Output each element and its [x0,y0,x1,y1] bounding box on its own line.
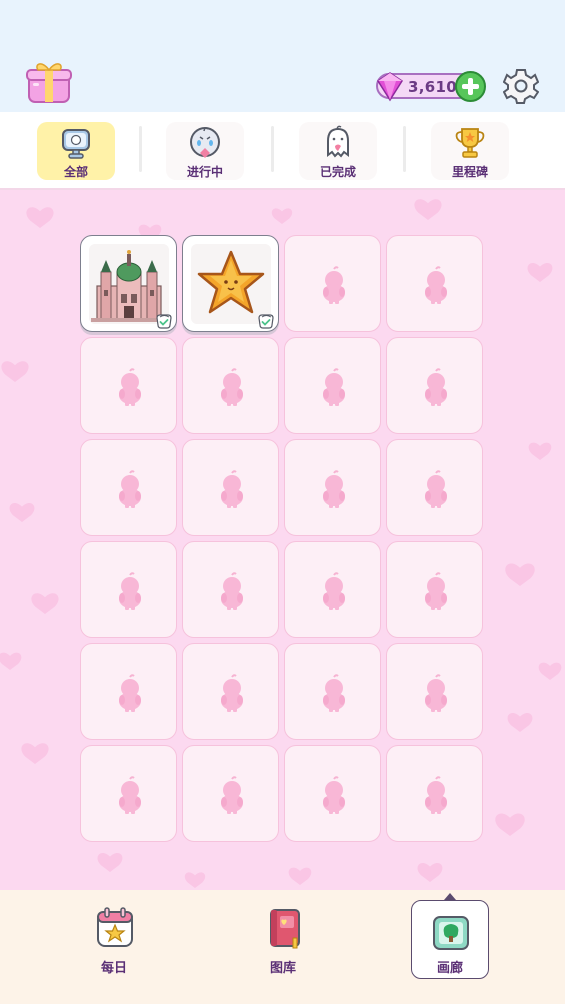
artwork-card-locked[interactable] [182,745,279,842]
artwork-card-locked[interactable] [80,541,177,638]
filter-tab-label: 已完成 [319,165,356,179]
trophy-icon [455,128,485,158]
artwork-card-locked[interactable] [284,235,381,332]
chick-silhouette-icon [119,470,141,508]
artwork-card-locked[interactable] [386,745,483,842]
chick-silhouette-icon [119,674,141,712]
chick-silhouette-icon [425,266,447,304]
active-indicator [444,893,456,900]
filter-tab-all[interactable]: 全部 [37,122,115,180]
nav-gallery[interactable]: 画廊 [411,900,489,979]
gallery-area [0,190,565,890]
artwork-card-locked[interactable] [386,235,483,332]
filter-divider [139,126,142,172]
chick-silhouette-icon [425,368,447,406]
chick-silhouette-icon [221,368,243,406]
artwork-card-locked[interactable] [80,439,177,536]
artwork-card-locked[interactable] [386,643,483,740]
artwork-card-locked[interactable] [386,439,483,536]
bottom-nav: 每日 图库 画廊 [0,890,565,1004]
plus-icon [462,78,479,95]
chick-silhouette-icon [119,776,141,814]
gear-icon [502,69,540,104]
artwork-card-completed[interactable] [182,235,279,332]
nav-label: 每日 [100,961,127,976]
chick-silhouette-icon [323,572,345,610]
artwork-card-locked[interactable] [182,643,279,740]
calendar-icon [97,907,133,947]
artwork-card-locked[interactable] [284,337,381,434]
book-icon [270,909,300,949]
check-icon [156,314,172,329]
chick-silhouette-icon [119,572,141,610]
chick-silhouette-icon [221,572,243,610]
filter-divider [403,126,406,172]
nav-library[interactable]: 图库 [237,890,329,980]
gem-count: 3,610 [408,78,457,96]
artwork-card-locked[interactable] [80,337,177,434]
artwork-card-locked[interactable] [386,541,483,638]
ghost-heart-icon [327,125,349,158]
artwork-card-locked[interactable] [80,745,177,842]
monitor-icon [62,129,90,159]
chick-silhouette-icon [323,776,345,814]
chick-silhouette-icon [221,470,243,508]
artwork-card-locked[interactable] [182,541,279,638]
filter-tab-label: 里程碑 [451,165,488,179]
filter-divider [271,126,274,172]
chick-silhouette-icon [425,674,447,712]
artwork-card-locked[interactable] [284,541,381,638]
artwork-card-locked[interactable] [284,439,381,536]
filter-tab-in-progress[interactable]: 进行中 [166,122,244,180]
gift-box-icon[interactable] [24,60,74,104]
artwork-card-locked[interactable] [284,643,381,740]
artwork-card-locked[interactable] [284,745,381,842]
nav-label: 图库 [269,961,296,976]
filter-tab-label: 全部 [63,165,88,179]
settings-button[interactable] [502,68,540,104]
artwork-card-locked[interactable] [182,439,279,536]
filter-tab-label: 进行中 [186,165,223,179]
chick-silhouette-icon [323,368,345,406]
crying-ghost-icon [190,127,220,158]
chick-silhouette-icon [425,572,447,610]
artwork-card-locked[interactable] [80,643,177,740]
chick-silhouette-icon [221,776,243,814]
check-icon [258,314,274,329]
gallery-frame-icon [433,916,469,950]
nav-daily[interactable]: 每日 [68,890,160,980]
pink-gem-icon [373,69,407,103]
artwork-card-completed[interactable] [80,235,177,332]
artwork-card-locked[interactable] [182,337,279,434]
chick-silhouette-icon [221,674,243,712]
filter-bar: 全部 进行中 已完成 里程碑 [0,112,565,190]
filter-tab-milestones[interactable]: 里程碑 [431,122,509,180]
chick-silhouette-icon [323,674,345,712]
chick-silhouette-icon [425,470,447,508]
chick-silhouette-icon [119,368,141,406]
gallery-grid [80,235,486,842]
nav-label: 画廊 [436,961,463,976]
chick-silhouette-icon [323,266,345,304]
add-gems-button[interactable] [455,71,486,102]
chick-silhouette-icon [425,776,447,814]
chick-silhouette-icon [323,470,345,508]
filter-tab-completed[interactable]: 已完成 [299,122,377,180]
artwork-card-locked[interactable] [386,337,483,434]
